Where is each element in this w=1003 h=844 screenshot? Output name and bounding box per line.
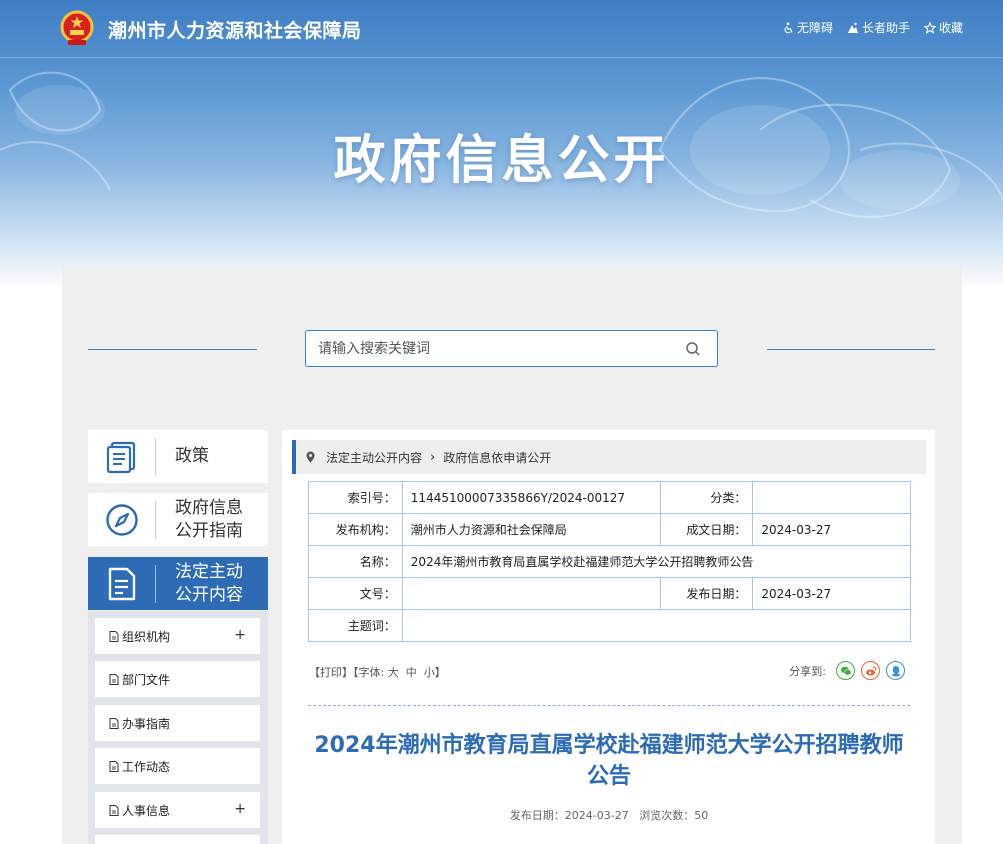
category-label: 分类： xyxy=(659,481,754,514)
sub-nav-list: 组织机构 + 部门文件 办事指南 工作动态 人事信息 + xyxy=(88,611,268,844)
document-icon xyxy=(108,567,135,600)
breadcrumb: 法定主动公开内容 › 政府信息依申请公开 xyxy=(292,440,926,474)
article-info: 发布日期：2024-03-27 浏览次数：50 xyxy=(308,807,910,823)
sub-nav-personnel[interactable]: 人事信息 + xyxy=(95,792,260,828)
search-icon[interactable] xyxy=(685,341,701,357)
table-row: 文号： 发布日期： 2024-03-27 xyxy=(308,577,911,610)
qq-icon xyxy=(891,665,900,676)
site-name[interactable]: 潮州市人力资源和社会保障局 xyxy=(108,16,362,43)
document-icon xyxy=(109,760,119,772)
national-emblem-icon xyxy=(60,10,94,45)
table-row: 名称： 2024年潮州市教育局直属学校赴福建师范大学公开招聘教师公告 xyxy=(308,545,912,578)
star-icon xyxy=(923,21,936,34)
document-icon xyxy=(109,804,119,816)
font-medium-button[interactable]: 中 xyxy=(406,666,417,679)
nav-statutory-disclosure[interactable]: 法定主动 公开内容 xyxy=(88,557,268,610)
publish-date-label: 发布日期： xyxy=(659,577,754,610)
wechat-icon xyxy=(840,666,852,675)
document-icon xyxy=(109,673,119,685)
font-size-prefix: 【字体: xyxy=(353,666,385,679)
search-divider-right xyxy=(767,349,935,350)
breadcrumb-link-statutory[interactable]: 法定主动公开内容 xyxy=(326,449,422,466)
sub-nav-department-files[interactable]: 部门文件 xyxy=(95,661,260,697)
banner: 潮州市人力资源和社会保障局 无障碍 长者助手 收藏 政府信息公开 xyxy=(0,0,1003,290)
header-tools: 无障碍 长者助手 收藏 xyxy=(782,19,963,36)
nav-statutory-disclosure-label: 法定主动 公开内容 xyxy=(175,561,243,605)
publisher-label: 发布机构： xyxy=(308,513,403,546)
publish-date-value: 2024-03-27 xyxy=(752,577,911,610)
document-icon xyxy=(109,630,119,642)
favorite-button[interactable]: 收藏 xyxy=(923,19,963,36)
share-wechat-button[interactable] xyxy=(836,661,855,680)
search-divider-left xyxy=(88,349,257,350)
written-date-value: 2024-03-27 xyxy=(752,513,911,546)
expand-icon[interactable]: + xyxy=(234,627,246,643)
name-value: 2024年潮州市教育局直属学校赴福建师范大学公开招聘教师公告 xyxy=(401,545,912,578)
subject-label: 主题词： xyxy=(308,609,403,642)
sub-nav-organization[interactable]: 组织机构 + xyxy=(95,618,260,654)
font-small-button[interactable]: 小 xyxy=(424,666,435,679)
nav-disclosure-guide-label: 政府信息 公开指南 xyxy=(175,497,243,541)
elder-assistant-icon xyxy=(847,22,858,33)
nav-disclosure-guide[interactable]: 政府信息 公开指南 xyxy=(88,493,268,546)
font-large-button[interactable]: 大 xyxy=(388,666,399,679)
publish-date-label: 发布日期： xyxy=(509,809,565,822)
category-value xyxy=(752,481,911,514)
publish-date-value: 2024-03-27 xyxy=(564,809,629,822)
content-panel: 政策 政府信息公开指南 法定主动公开内容 组织机构 + 部门文件 办事指南 工作… xyxy=(62,267,962,844)
article-content: 法定主动公开内容 › 政府信息依申请公开 索引号： 11445100007335… xyxy=(282,430,935,844)
elder-assistant-button[interactable]: 长者助手 xyxy=(847,19,910,36)
document-icon xyxy=(109,717,119,729)
share-weibo-button[interactable] xyxy=(861,661,880,680)
sub-nav-service-guide[interactable]: 办事指南 xyxy=(95,705,260,741)
table-row: 索引号： 11445100007335866Y/2024-00127 分类： xyxy=(308,481,911,514)
index-value: 11445100007335866Y/2024-00127 xyxy=(401,481,661,514)
share-label: 分享到: xyxy=(789,664,826,678)
sub-nav-work-news[interactable]: 工作动态 xyxy=(95,748,260,784)
subject-value xyxy=(401,609,912,642)
publisher-value: 潮州市人力资源和社会保障局 xyxy=(401,513,661,546)
written-date-label: 成文日期： xyxy=(659,513,754,546)
doc-number-label: 文号： xyxy=(308,577,403,610)
table-row: 发布机构： 潮州市人力资源和社会保障局 成文日期： 2024-03-27 xyxy=(308,513,911,546)
book-icon xyxy=(106,441,135,473)
accessibility-label: 无障碍 xyxy=(796,21,833,35)
location-pin-icon xyxy=(306,451,315,463)
expand-icon[interactable]: + xyxy=(234,801,246,817)
hero-title: 政府信息公开 xyxy=(333,131,670,191)
name-label: 名称： xyxy=(308,545,403,578)
weibo-icon xyxy=(865,665,877,675)
article-toolbar: 【打印】【字体: 大 中 小】 分享到: xyxy=(309,661,909,684)
view-count-value: 50 xyxy=(694,809,709,822)
compass-icon xyxy=(105,503,138,536)
share-qq-button[interactable] xyxy=(886,661,905,680)
top-bar: 潮州市人力资源和社会保障局 无障碍 长者助手 收藏 xyxy=(0,0,1003,58)
share-tools: 分享到: xyxy=(789,661,905,680)
article-title: 2024年潮州市教育局直属学校赴福建师范大学公开招聘教师公告 xyxy=(314,733,904,789)
doc-number-value xyxy=(401,577,661,610)
accessibility-icon xyxy=(784,22,793,33)
sub-nav-next-partial[interactable] xyxy=(95,835,260,844)
font-size-suffix: 】 xyxy=(434,666,446,679)
view-count-label: 浏览次数： xyxy=(639,809,695,822)
elder-assistant-label: 长者助手 xyxy=(861,21,910,35)
breadcrumb-link-request[interactable]: 政府信息依申请公开 xyxy=(443,449,551,466)
accessibility-button[interactable]: 无障碍 xyxy=(782,19,833,36)
search-input[interactable] xyxy=(306,331,666,366)
print-button[interactable]: 【打印】 xyxy=(309,666,353,679)
favorite-label: 收藏 xyxy=(938,21,963,35)
breadcrumb-separator: › xyxy=(430,449,436,465)
table-row: 主题词： xyxy=(308,609,912,642)
index-label: 索引号： xyxy=(308,481,403,514)
nav-policy[interactable]: 政策 xyxy=(88,430,268,483)
content-divider xyxy=(308,705,910,706)
nav-policy-label: 政策 xyxy=(175,446,209,466)
document-metadata-table: 索引号： 11445100007335866Y/2024-00127 分类： 发… xyxy=(308,481,912,642)
search-box xyxy=(305,330,718,367)
